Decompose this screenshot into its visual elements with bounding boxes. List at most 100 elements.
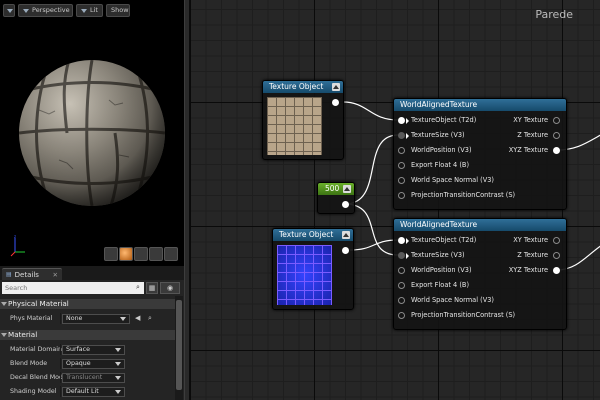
input-pin[interactable] [398,117,405,124]
scrollbar-thumb[interactable] [176,300,182,390]
column-divider[interactable] [60,386,61,397]
output-pin-row[interactable]: XY Texture [513,113,560,128]
input-pin[interactable] [398,177,405,184]
texture-object-node-2[interactable]: Texture Object [272,228,354,310]
chevron-down-icon [115,348,121,352]
input-pin-row[interactable]: ProjectionTransitionContrast (S) [398,188,515,203]
output-pin[interactable] [553,267,560,274]
input-pin-row[interactable]: TextureObject (T2d) [398,113,476,128]
pin-label: TextureSize (V3) [411,131,465,139]
input-pin-row[interactable]: WorldPosition (V3) [398,143,472,158]
world-aligned-texture-node-2[interactable]: WorldAlignedTexture TextureObject (T2d) … [393,218,567,330]
grid-view-icon[interactable]: ▦ [146,282,158,294]
viewport-options-button[interactable] [3,4,15,17]
output-pin[interactable] [553,237,560,244]
collapse-arrow-icon[interactable] [342,231,350,239]
teapot-preview-icon[interactable] [164,247,178,261]
output-pin-row[interactable]: XY Texture [513,233,560,248]
pin-arrow-icon [406,133,409,139]
input-pin-row[interactable]: World Space Normal (V3) [398,293,494,308]
lighting-mode-button[interactable]: Lit [76,4,103,17]
pin-label: ProjectionTransitionContrast (S) [411,191,516,199]
node-title: Texture Object [279,230,334,239]
category-material[interactable]: Material [0,330,175,340]
constant-value: 500 [325,184,340,193]
input-pin[interactable] [398,282,405,289]
tab-details[interactable]: ▤ Details ✕ [2,268,62,280]
material-graph-canvas[interactable]: Parede Texture Object 500 Texture Object [190,0,600,400]
shading-model-dropdown[interactable]: Default Lit [62,387,125,397]
category-physical-material[interactable]: Physical Material [0,299,175,309]
node-header[interactable]: 500 [318,183,354,195]
column-divider[interactable] [60,313,61,324]
input-pin[interactable] [398,132,405,139]
output-pin[interactable] [553,147,560,154]
sphere-preview-icon[interactable] [119,247,133,261]
chevron-down-icon [115,362,121,366]
collapse-arrow-icon[interactable] [332,83,340,91]
input-pin-row[interactable]: Export Float 4 (B) [398,278,469,293]
constant-node[interactable]: 500 [317,182,355,214]
input-pin[interactable] [398,162,405,169]
output-pin-row[interactable]: XYZ Texture [509,143,560,158]
chevron-down-icon [23,8,29,13]
input-pin-row[interactable]: TextureObject (T2d) [398,233,476,248]
pin-label: World Space Normal (V3) [411,296,494,304]
plane-preview-icon[interactable] [134,247,148,261]
cylinder-preview-icon[interactable] [104,247,118,261]
node-header[interactable]: Texture Object [263,81,343,93]
view-mode-button[interactable]: Perspective [18,4,73,17]
show-button[interactable]: Show [106,4,130,17]
pin-arrow-icon [406,238,409,244]
texture-object-node-1[interactable]: Texture Object [262,80,344,160]
input-pin-row[interactable]: Export Float 4 (B) [398,158,469,173]
close-icon[interactable]: ✕ [53,271,58,279]
node-header[interactable]: WorldAlignedTexture [394,219,566,231]
output-pin-row[interactable]: Z Texture [517,128,560,143]
input-pin-row[interactable]: TextureSize (V3) [398,128,465,143]
column-divider[interactable] [60,344,61,355]
blend-mode-dropdown[interactable]: Opaque [62,359,125,369]
output-pin-row[interactable]: XYZ Texture [509,263,560,278]
pin-arrow-icon [406,118,409,124]
column-divider[interactable] [60,358,61,369]
details-tab-bar: ▤ Details ✕ [0,266,184,280]
show-label: Show [111,6,129,14]
input-pin-row[interactable]: World Space Normal (V3) [398,173,494,188]
material-domain-dropdown[interactable]: Surface [62,345,125,355]
output-pin[interactable] [553,117,560,124]
input-pin[interactable] [398,147,405,154]
collapse-arrow-icon[interactable] [343,185,351,193]
input-pin[interactable] [398,192,405,199]
output-pin[interactable] [342,247,349,254]
pin-label: World Space Normal (V3) [411,176,494,184]
search-input[interactable] [2,282,144,294]
node-header[interactable]: WorldAlignedTexture [394,99,566,111]
output-pin[interactable] [332,99,339,106]
output-pin[interactable] [553,252,560,259]
material-preview-viewport[interactable]: Perspective Lit Show z [0,0,184,266]
node-header[interactable]: Texture Object [273,229,353,241]
category-label: Material [8,330,38,339]
phys-material-dropdown[interactable]: None [62,314,130,324]
input-pin[interactable] [398,312,405,319]
output-pin-row[interactable]: Z Texture [517,248,560,263]
input-pin-row[interactable]: TextureSize (V3) [398,248,465,263]
input-pin-row[interactable]: WorldPosition (V3) [398,263,472,278]
eye-icon[interactable]: ◉ [160,282,180,294]
use-selected-arrow-icon[interactable]: ◀ [135,312,140,325]
input-pin[interactable] [398,252,405,259]
input-pin[interactable] [398,237,405,244]
browse-search-icon[interactable]: ⌕ [148,312,152,325]
input-pin[interactable] [398,267,405,274]
output-pin[interactable] [553,132,560,139]
cube-preview-icon[interactable] [149,247,163,261]
input-pin[interactable] [398,297,405,304]
input-pin-row[interactable]: ProjectionTransitionContrast (S) [398,308,515,323]
column-divider[interactable] [60,372,61,383]
details-scrollbar[interactable] [175,296,183,400]
world-aligned-texture-node-1[interactable]: WorldAlignedTexture TextureObject (T2d) … [393,98,567,210]
output-pin[interactable] [342,201,349,208]
wire-tex2-to-wat2 [349,239,399,251]
pin-arrow-icon [406,253,409,259]
